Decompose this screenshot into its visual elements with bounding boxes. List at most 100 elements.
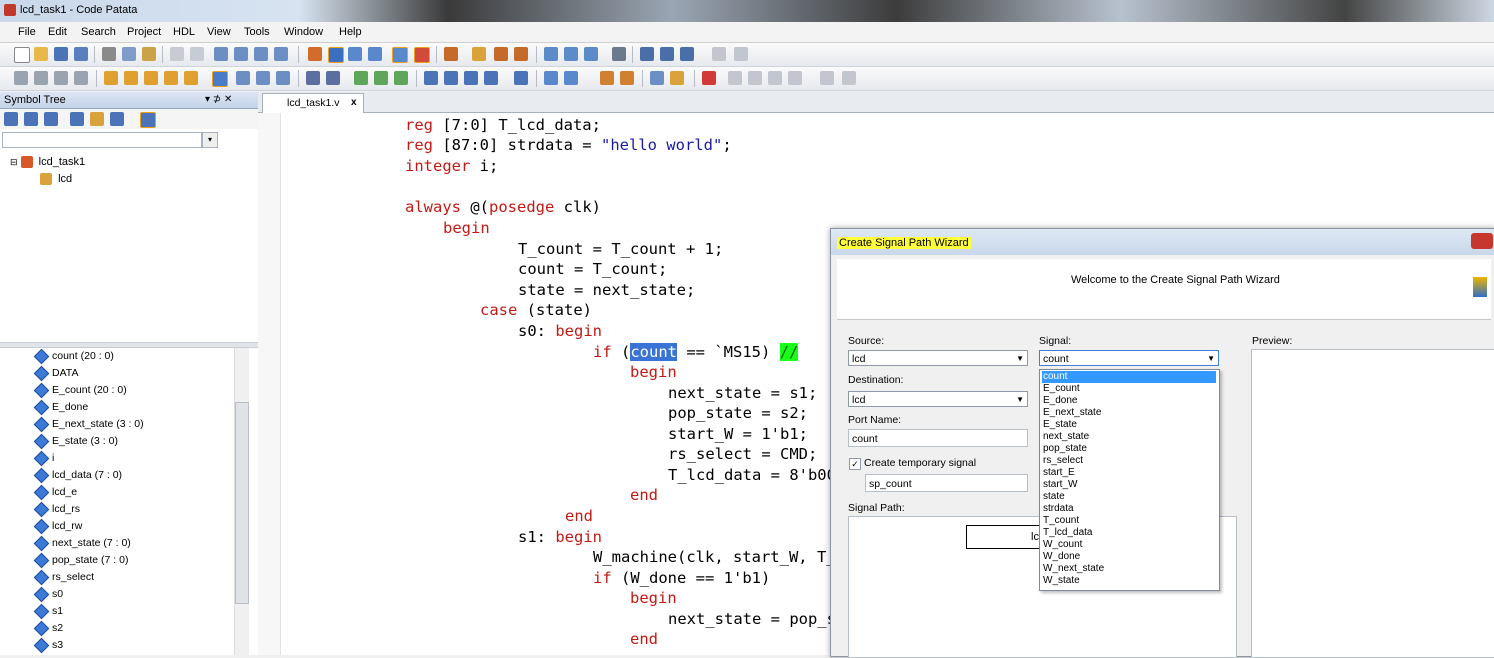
align-icon[interactable] xyxy=(306,71,320,85)
signal-option[interactable]: T_lcd_data xyxy=(1042,527,1216,539)
menu-file[interactable]: File xyxy=(18,26,36,38)
module-icon[interactable] xyxy=(308,47,322,61)
copy-icon[interactable] xyxy=(122,47,136,61)
list-item[interactable]: lcd_data (7 : 0) xyxy=(33,467,122,484)
add-3-icon[interactable] xyxy=(394,71,408,85)
tree-root-lcd-task1[interactable]: ⊟ lcd_task1 xyxy=(10,154,85,170)
list-item[interactable]: E_next_state (3 : 0) xyxy=(33,416,144,433)
list-item[interactable]: s3 xyxy=(33,637,63,654)
bookmark-icon[interactable] xyxy=(600,71,614,85)
list-item[interactable]: E_state (3 : 0) xyxy=(33,433,118,450)
signal-option[interactable]: start_W xyxy=(1042,479,1216,491)
signal-option[interactable]: E_state xyxy=(1042,419,1216,431)
terminal-icon[interactable] xyxy=(612,47,626,61)
build-icon[interactable] xyxy=(444,47,458,61)
close-tab-icon[interactable]: x xyxy=(351,97,357,108)
new-file-icon[interactable] xyxy=(14,47,30,63)
list-item[interactable]: E_count (20 : 0) xyxy=(33,382,127,399)
port-4-icon[interactable] xyxy=(164,71,178,85)
expand-icon[interactable] xyxy=(110,112,124,126)
folder-tree-icon[interactable] xyxy=(90,112,104,126)
list-item[interactable]: count (20 : 0) xyxy=(33,348,114,365)
menu-edit[interactable]: Edit xyxy=(48,26,67,38)
sort-type-icon[interactable] xyxy=(44,112,58,126)
panel-controls[interactable]: ▾ ⊅ ✕ xyxy=(205,94,232,105)
menu-hdl[interactable]: HDL xyxy=(173,26,195,38)
signal-path-icon[interactable] xyxy=(212,71,228,87)
signal-option[interactable]: strdata xyxy=(1042,503,1216,515)
uncomment-icon[interactable] xyxy=(74,71,88,85)
signal-select[interactable]: count ▼ xyxy=(1039,350,1219,366)
symbol-filter-input[interactable] xyxy=(2,132,202,148)
tree-child-lcd[interactable]: lcd xyxy=(40,171,72,187)
view-4-icon[interactable] xyxy=(484,71,498,85)
tab-lcd-task1-v[interactable]: lcd_task1.v x xyxy=(262,93,364,113)
menu-help[interactable]: Help xyxy=(339,26,362,38)
port-name-input[interactable]: count xyxy=(848,429,1028,447)
menu-tools[interactable]: Tools xyxy=(244,26,270,38)
doc-icon[interactable] xyxy=(544,47,558,61)
signal-option[interactable]: pop_state xyxy=(1042,443,1216,455)
spell-icon[interactable] xyxy=(660,47,674,61)
list-item[interactable]: lcd_rw xyxy=(33,518,82,535)
scrollbar-thumb[interactable] xyxy=(235,402,249,604)
signal-option[interactable]: count xyxy=(1042,371,1216,383)
redo-icon[interactable] xyxy=(190,47,204,61)
split-v-icon[interactable] xyxy=(734,47,748,61)
window-icon[interactable] xyxy=(348,47,362,61)
list-item[interactable]: i xyxy=(33,450,54,467)
find-next-icon[interactable] xyxy=(234,47,248,61)
indent-icon[interactable] xyxy=(14,71,28,85)
list-item[interactable]: E_done xyxy=(33,399,88,416)
search-up-icon[interactable] xyxy=(544,71,558,85)
menu-window[interactable]: Window xyxy=(284,26,323,38)
signal-option[interactable]: T_count xyxy=(1042,515,1216,527)
align-2-icon[interactable] xyxy=(326,71,340,85)
list-item[interactable]: s2 xyxy=(33,620,63,637)
pin-icon[interactable] xyxy=(236,71,250,85)
program-icon[interactable] xyxy=(514,47,528,61)
filter-icon[interactable] xyxy=(70,112,84,126)
doc-2-icon[interactable] xyxy=(564,47,578,61)
list-item[interactable]: lcd_rs xyxy=(33,501,80,518)
bookmark-2-icon[interactable] xyxy=(620,71,634,85)
add-icon[interactable] xyxy=(354,71,368,85)
paste-icon[interactable] xyxy=(142,47,156,61)
view-5-icon[interactable] xyxy=(514,71,528,85)
save-all-icon[interactable] xyxy=(74,47,88,61)
signal-option[interactable]: W_next_state xyxy=(1042,563,1216,575)
signal-option[interactable]: next_state xyxy=(1042,431,1216,443)
find-in-files-icon[interactable] xyxy=(274,47,288,61)
sort-za-icon[interactable] xyxy=(24,112,38,126)
signal-option[interactable]: W_done xyxy=(1042,551,1216,563)
save-icon[interactable] xyxy=(54,47,68,61)
open-folder-icon[interactable] xyxy=(34,47,48,61)
doc-3-icon[interactable] xyxy=(584,47,598,61)
list-item[interactable]: pop_state (7 : 0) xyxy=(33,552,128,569)
split-h-icon[interactable] xyxy=(712,47,726,61)
temp-signal-checkbox[interactable]: ✓ xyxy=(849,458,861,470)
menu-search[interactable]: Search xyxy=(81,26,116,38)
port-icon[interactable] xyxy=(104,71,118,85)
folder-icon[interactable] xyxy=(670,71,684,85)
find-icon[interactable] xyxy=(214,47,228,61)
comment-icon[interactable] xyxy=(54,71,68,85)
list-item[interactable]: lcd_e xyxy=(33,484,77,501)
temp-signal-input[interactable]: sp_count xyxy=(865,474,1028,492)
destination-select[interactable]: lcd ▼ xyxy=(848,391,1028,407)
undo-icon[interactable] xyxy=(170,47,184,61)
signal-option[interactable]: E_done xyxy=(1042,395,1216,407)
table-icon[interactable] xyxy=(680,47,694,61)
zoom-icon[interactable] xyxy=(392,47,408,63)
port-3-icon[interactable] xyxy=(144,71,158,85)
list-item[interactable]: next_state (7 : 0) xyxy=(33,535,131,552)
menu-project[interactable]: Project xyxy=(127,26,161,38)
signal-option[interactable]: rs_select xyxy=(1042,455,1216,467)
search-down-icon[interactable] xyxy=(564,71,578,85)
filter-dropdown-icon[interactable]: ▾ xyxy=(202,132,218,148)
pin-2-icon[interactable] xyxy=(256,71,270,85)
view-icon[interactable] xyxy=(424,71,438,85)
port-5-icon[interactable] xyxy=(184,71,198,85)
signal-option[interactable]: W_count xyxy=(1042,539,1216,551)
outdent-icon[interactable] xyxy=(34,71,48,85)
